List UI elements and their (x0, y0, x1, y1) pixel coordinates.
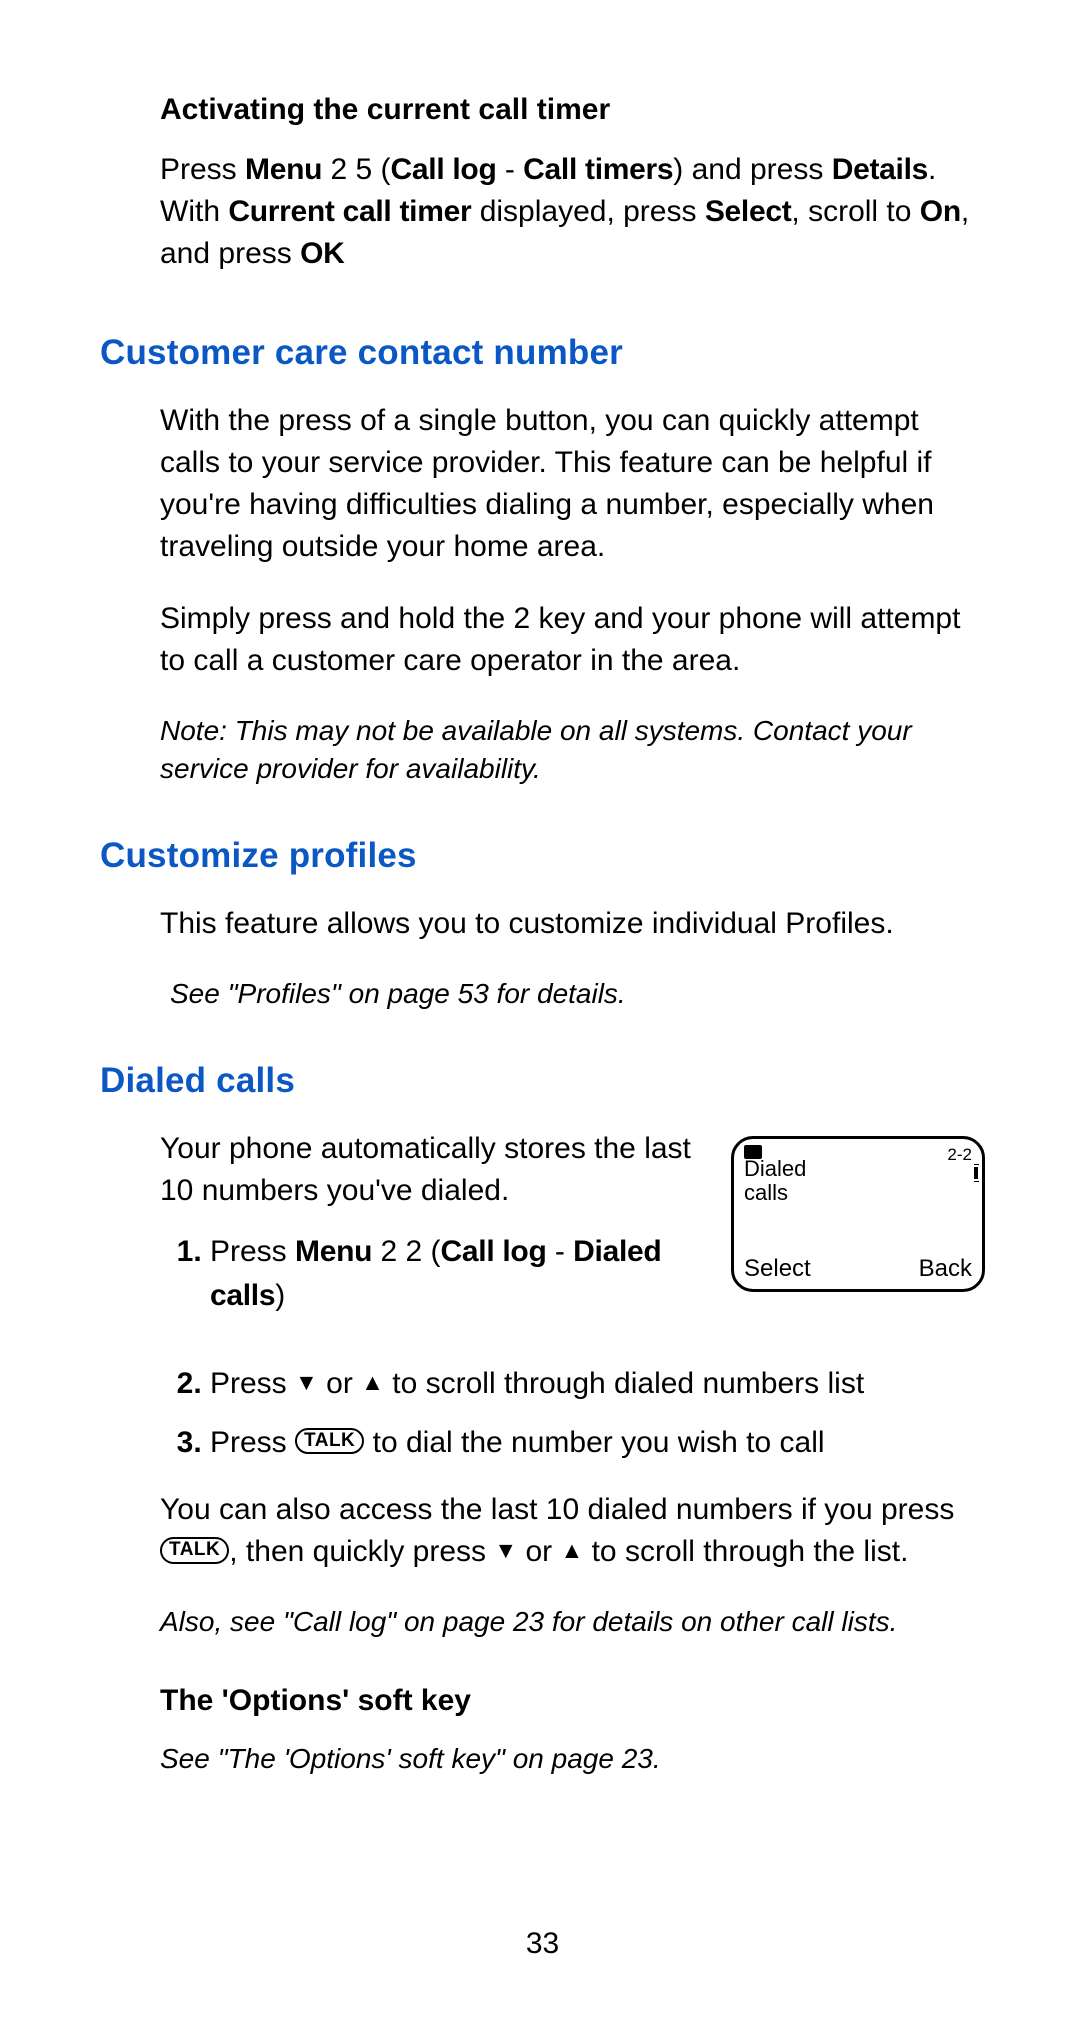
talk-key-icon: TALK (160, 1537, 229, 1564)
menu-key: Menu (245, 153, 322, 186)
text: , scroll to (791, 195, 919, 228)
text: 2 5 ( (322, 153, 390, 186)
dialed-intro-block: Dialedcalls 2-2 Select Back Your phone a… (160, 1128, 985, 1342)
text: to dial the number you wish to call (364, 1426, 824, 1459)
heading-customize-profiles: Customize profiles (100, 833, 985, 879)
screen-title: Dialedcalls (744, 1157, 806, 1205)
up-arrow-icon: ▲ (361, 1366, 384, 1399)
current-call-timer-label: Current call timer (228, 195, 471, 228)
text: displayed, press (471, 195, 704, 228)
ok-key: OK (300, 237, 344, 270)
paragraph-customer-1: With the press of a single button, you c… (160, 400, 985, 568)
page-number: 33 (100, 1927, 985, 1961)
text: Press (210, 1426, 295, 1459)
select-key: Select (705, 195, 792, 228)
text: or (318, 1367, 361, 1400)
text: to scroll through the list. (583, 1535, 908, 1568)
text: - (497, 153, 524, 186)
note-customer: Note: This may not be available on all s… (160, 712, 985, 788)
on-option: On (920, 195, 961, 228)
step-3: Press TALK to dial the number you wish t… (210, 1421, 985, 1465)
text: ) and press (673, 153, 831, 186)
note-options: See "The 'Options' soft key" on page 23. (160, 1740, 985, 1778)
paragraph-call-timer: Press Menu 2 5 (Call log - Call timers) … (160, 149, 985, 275)
text: to scroll through dialed numbers list (384, 1367, 864, 1400)
call-log-label: Call log (441, 1235, 547, 1268)
dialed-steps-continued: Press ▼ or ▲ to scroll through dialed nu… (160, 1362, 985, 1464)
screen-index: 2-2 (947, 1145, 972, 1165)
call-timers-label: Call timers (523, 153, 673, 186)
call-log-label: Call log (391, 153, 497, 186)
down-arrow-icon: ▼ (494, 1534, 517, 1566)
text: 2 2 ( (372, 1235, 440, 1268)
phone-screen-illustration: Dialedcalls 2-2 Select Back (731, 1136, 985, 1292)
paragraph-customize: This feature allows you to customize ind… (160, 903, 985, 945)
manual-page: Activating the current call timer Press … (0, 0, 1080, 2039)
text: ) (275, 1279, 285, 1312)
step-2: Press ▼ or ▲ to scroll through dialed nu… (210, 1362, 985, 1406)
text: , then quickly press (229, 1535, 494, 1568)
softkey-right: Back (919, 1255, 972, 1283)
talk-key-icon: TALK (295, 1428, 364, 1455)
sub-heading-options-key: The 'Options' soft key (160, 1681, 985, 1722)
text: Press (210, 1235, 295, 1268)
text: Press (210, 1367, 295, 1400)
paragraph-customer-2: Simply press and hold the 2 key and your… (160, 598, 985, 682)
softkey-left: Select (744, 1255, 811, 1283)
text: or (517, 1535, 560, 1568)
note-dialed: Also, see "Call log" on page 23 for deta… (160, 1603, 985, 1641)
paragraph-dialed-alt: You can also access the last 10 dialed n… (160, 1489, 985, 1573)
heading-customer-care: Customer care contact number (100, 330, 985, 376)
sub-heading-call-timer: Activating the current call timer (160, 90, 985, 131)
heading-dialed-calls: Dialed calls (100, 1058, 985, 1104)
details-key: Details (832, 153, 928, 186)
menu-key: Menu (295, 1235, 372, 1268)
text: Press (160, 153, 245, 186)
note-customize: See "Profiles" on page 53 for details. (170, 975, 985, 1013)
up-arrow-icon: ▲ (561, 1534, 584, 1566)
down-arrow-icon: ▼ (295, 1366, 318, 1399)
text: You can also access the last 10 dialed n… (160, 1493, 954, 1526)
text: - (547, 1235, 574, 1268)
scrollbar-icon (974, 1167, 978, 1179)
